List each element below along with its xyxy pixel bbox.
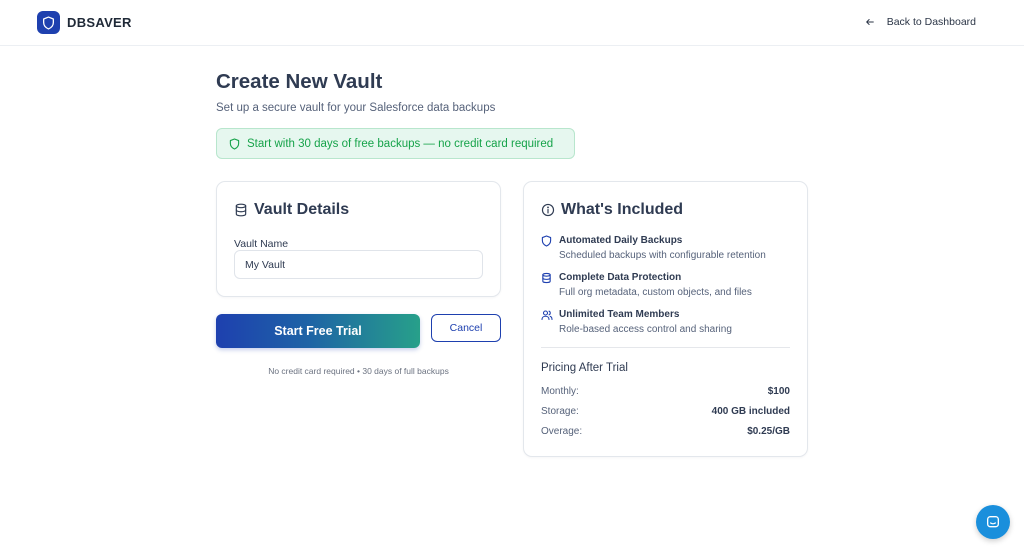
whats-included-card: What's Included Automated Daily Backups … <box>523 181 808 457</box>
pricing-heading: Pricing After Trial <box>541 362 628 374</box>
promo-text: Start with 30 days of free backups — no … <box>247 137 554 150</box>
free-trial-banner: Start with 30 days of free backups — no … <box>216 128 575 159</box>
database-icon <box>234 203 248 217</box>
feature-description: Full org metadata, custom objects, and f… <box>559 287 752 298</box>
brand-name: DBSAVER <box>67 15 132 30</box>
brand-logo[interactable]: DBSAVER <box>37 11 132 34</box>
feature-title: Complete Data Protection <box>559 272 682 283</box>
pricing-label: Overage: <box>541 426 583 437</box>
users-icon <box>541 309 553 321</box>
section-divider <box>541 347 790 348</box>
trial-footnote: No credit card required • 30 days of ful… <box>268 366 449 376</box>
vault-name-label: Vault Name <box>234 238 289 250</box>
feature-description: Role-based access control and sharing <box>559 324 732 335</box>
pricing-value: 400 GB included <box>711 406 790 417</box>
pricing-value: $100 <box>767 386 790 397</box>
page-subtitle: Set up a secure vault for your Salesforc… <box>216 102 496 114</box>
chat-launcher-button[interactable] <box>976 505 1010 539</box>
page-title: Create New Vault <box>216 70 383 93</box>
feature-title: Automated Daily Backups <box>559 235 683 246</box>
top-navigation-bar: DBSAVER Back to Dashboard <box>0 0 1024 46</box>
pricing-value: $0.25/GB <box>747 426 790 437</box>
shield-icon <box>229 137 240 150</box>
vault-details-title: Vault Details <box>254 201 350 218</box>
whats-included-title: What's Included <box>561 201 684 218</box>
info-icon <box>541 203 555 217</box>
arrow-left-icon <box>865 17 875 27</box>
shield-logo-icon <box>37 11 60 34</box>
vault-details-card: Vault Details Vault Name <box>216 181 501 297</box>
cancel-button[interactable]: Cancel <box>431 314 501 342</box>
whats-included-heading: What's Included <box>541 201 683 219</box>
back-link-label: Back to Dashboard <box>886 16 976 28</box>
back-to-dashboard-link[interactable]: Back to Dashboard <box>865 16 976 28</box>
pricing-label: Storage: <box>541 406 579 417</box>
feature-description: Scheduled backups with configurable rete… <box>559 250 766 261</box>
database-icon <box>541 272 552 284</box>
feature-title: Unlimited Team Members <box>559 309 680 320</box>
pricing-label: Monthly: <box>541 386 579 397</box>
chat-icon <box>985 514 1001 530</box>
shield-icon <box>541 235 552 247</box>
vault-details-heading: Vault Details <box>234 201 349 219</box>
vault-name-input[interactable] <box>234 250 483 279</box>
start-free-trial-button[interactable]: Start Free Trial <box>216 314 420 348</box>
